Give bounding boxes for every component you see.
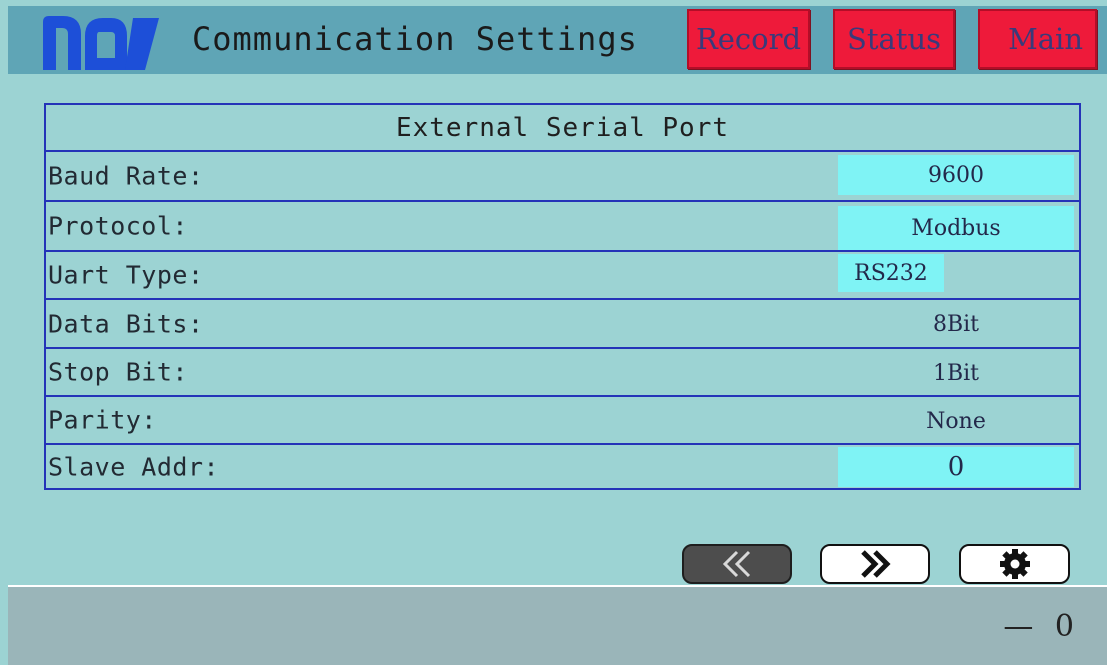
protocol-label: Protocol: (48, 211, 188, 241)
slave-addr-field[interactable]: 0 (838, 447, 1074, 487)
protocol-field[interactable]: Modbus (838, 206, 1074, 250)
uart-type-field[interactable]: RS232 (838, 254, 944, 292)
brand-logo (43, 16, 159, 70)
parity-value: None (926, 408, 986, 434)
row-uart-type: Uart Type: RS232 (46, 252, 1079, 300)
next-page-button[interactable] (820, 544, 930, 584)
row-slave-addr: Slave Addr: 0 (46, 445, 1079, 488)
double-chevron-right-icon (861, 550, 891, 578)
stop-bit-label: Stop Bit: (48, 357, 188, 387)
data-bits-label: Data Bits: (48, 309, 204, 338)
table-heading: External Serial Port (46, 105, 1079, 152)
row-stop-bit: Stop Bit: 1Bit (46, 349, 1079, 397)
header-bar: Communication Settings Record Status Mai… (8, 6, 1107, 74)
parity-label: Parity: (48, 405, 157, 435)
row-data-bits: Data Bits: 8Bit (46, 300, 1079, 349)
stop-bit-value: 1Bit (932, 360, 980, 386)
footer-readout: — 0 (1003, 609, 1080, 644)
main-button[interactable]: Main (978, 9, 1097, 69)
serial-port-table: External Serial Port Baud Rate: 9600 Pro… (44, 103, 1081, 490)
row-baud-rate: Baud Rate: 9600 (46, 152, 1079, 202)
previous-page-button[interactable] (682, 544, 792, 584)
data-bits-value: 8Bit (932, 311, 980, 337)
left-edge (0, 0, 8, 665)
footer-bar: — 0 (8, 587, 1107, 665)
row-protocol: Protocol: Modbus (46, 202, 1079, 252)
baud-rate-field[interactable]: 9600 (838, 155, 1074, 195)
baud-rate-label: Baud Rate: (48, 161, 204, 191)
record-button[interactable]: Record (687, 9, 810, 69)
uart-type-label: Uart Type: (48, 260, 204, 290)
page-title: Communication Settings (192, 20, 638, 58)
gear-icon (999, 549, 1030, 579)
status-button[interactable]: Status (833, 9, 955, 69)
settings-button[interactable] (959, 544, 1070, 584)
double-chevron-left-icon (722, 550, 751, 578)
slave-addr-label: Slave Addr: (48, 452, 220, 481)
row-parity: Parity: None (46, 397, 1079, 445)
